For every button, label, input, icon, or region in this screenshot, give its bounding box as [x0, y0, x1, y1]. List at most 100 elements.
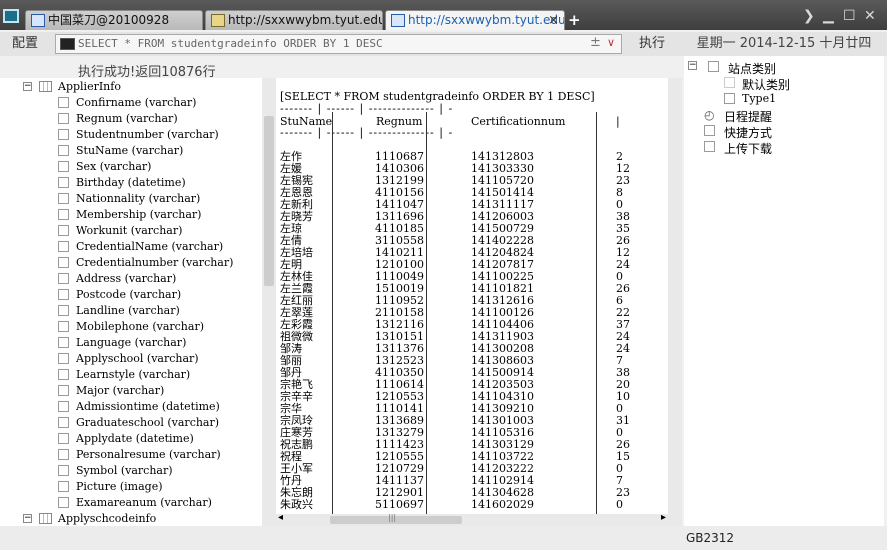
field-icon [58, 225, 69, 236]
clock-icon: ◴ [704, 108, 715, 122]
field-name: Major (varchar) [76, 384, 165, 397]
field-icon [58, 369, 69, 380]
field-name: Regnum (varchar) [76, 112, 178, 125]
table-name: Applyschcodeinfo [58, 512, 157, 525]
default-category-label: 默认类别 [742, 78, 791, 92]
field-icon [58, 145, 69, 156]
result-separator: ------- | ------ | -------------- | - [280, 102, 454, 115]
field-icon [58, 161, 69, 172]
folder-icon [211, 14, 225, 27]
type1-label: Type1 [742, 92, 777, 105]
table-name: ApplierInfo [58, 80, 121, 93]
execute-button[interactable]: 执行 [624, 34, 680, 54]
field-name: Learnstyle (varchar) [76, 368, 191, 381]
field-name: Language (varchar) [76, 336, 187, 349]
field-name: Studentnumber (varchar) [76, 128, 219, 141]
chevron-down-icon[interactable]: ∨ [607, 36, 615, 49]
result-cell: 朱政兴 [280, 498, 313, 511]
table-icon [39, 81, 52, 92]
spin-icon[interactable]: ± [590, 35, 601, 50]
field-name: Address (varchar) [76, 272, 177, 285]
query-result-panel: [SELECT * FROM studentgradeinfo ORDER BY… [276, 78, 668, 514]
field-icon [58, 433, 69, 444]
window-icon [31, 14, 45, 27]
category-icon [708, 61, 719, 72]
table-icon [39, 513, 52, 524]
field-icon [58, 289, 69, 300]
sql-input[interactable]: SELECT * FROM studentgradeinfo ORDER BY … [55, 34, 622, 54]
close-tab-icon[interactable]: × [548, 11, 559, 30]
field-icon [58, 417, 69, 428]
folder-icon [724, 77, 735, 88]
result-separator: ------- | ------ | -------------- | - [280, 126, 454, 139]
encoding-label: GB2312 [686, 531, 735, 545]
grip-icon: ||| [388, 513, 397, 522]
database-tree: − ApplierInfo Confirname (varchar) Regnum… [0, 78, 262, 526]
side-panel: − 站点类别 默认类别 Type1 ◴ 日程提醒 快捷方式 上传下载 [684, 56, 884, 526]
field-name: Admissiontime (datetime) [76, 400, 220, 413]
collapse-icon[interactable]: − [688, 61, 697, 70]
column-divider [332, 112, 333, 514]
minimize-icon[interactable]: ▁ [823, 8, 834, 24]
field-icon [58, 177, 69, 188]
folder-icon [724, 93, 735, 104]
field-name: Sex (varchar) [76, 160, 152, 173]
field-name: Applydate (datetime) [76, 432, 194, 445]
field-icon [58, 353, 69, 364]
chevron-right-icon[interactable]: ❯ [803, 8, 815, 24]
column-header: | [616, 115, 620, 128]
tab-label: http://sxxwwybm.tyut.edu.cn/... [408, 13, 565, 27]
field-icon [58, 257, 69, 268]
field-name: Symbol (varchar) [76, 464, 173, 477]
result-cell: 0 [616, 498, 623, 511]
result-vertical-scrollbar[interactable] [668, 78, 682, 526]
result-scrollbar-thumb[interactable]: ||| [330, 513, 462, 524]
field-icon [58, 241, 69, 252]
field-icon [58, 129, 69, 140]
field-name: Applyschool (varchar) [76, 352, 199, 365]
tab-database[interactable]: http://sxxwwybm.tyut.edu.cn/... × [385, 10, 565, 30]
transfer-icon [704, 141, 715, 152]
tab-caidao[interactable]: 中国菜刀@20100928 [25, 10, 203, 30]
field-icon [58, 465, 69, 476]
tab-file-manager[interactable]: http://sxxwwybm.tyut.edu.cn/... [205, 10, 383, 30]
close-window-icon[interactable]: ✕ [864, 8, 876, 24]
field-icon [58, 401, 69, 412]
new-tab-button[interactable]: + [568, 11, 581, 29]
field-icon [58, 449, 69, 460]
scroll-left-icon[interactable]: ◂ [278, 512, 283, 523]
field-name: Credentialnumber (varchar) [76, 256, 234, 269]
field-icon [58, 305, 69, 316]
result-cell: 141602029 [471, 498, 534, 511]
column-header: Certificationnum [471, 115, 566, 128]
field-name: Postcode (varchar) [76, 288, 182, 301]
schedule-label: 日程提醒 [724, 110, 773, 124]
upload-download-label: 上传下载 [724, 142, 773, 156]
result-cell: 5110697 [375, 498, 424, 511]
collapse-icon[interactable]: − [23, 514, 32, 523]
field-name: Picture (image) [76, 480, 163, 493]
maximize-icon[interactable]: ☐ [843, 8, 856, 24]
date-display: 星期一 2014-12-15 十月廿四 [696, 36, 872, 51]
field-icon [58, 481, 69, 492]
column-divider [596, 112, 597, 514]
scroll-right-icon[interactable]: ▸ [661, 512, 666, 523]
terminal-icon [60, 38, 75, 50]
status-bar [0, 526, 887, 550]
config-button[interactable]: 配置 [6, 34, 44, 54]
field-icon [58, 273, 69, 284]
app-menu-icon[interactable] [3, 9, 19, 23]
field-name: Examareanum (varchar) [76, 496, 212, 509]
field-name: Birthday (datetime) [76, 176, 186, 189]
site-category-label: 站点类别 [728, 62, 777, 76]
window-icon [391, 14, 405, 27]
field-name: StuName (varchar) [76, 144, 184, 157]
field-icon [58, 97, 69, 108]
field-icon [58, 385, 69, 396]
shortcut-icon [704, 125, 715, 136]
collapse-icon[interactable]: − [23, 82, 32, 91]
tree-scrollbar-thumb[interactable] [264, 116, 274, 286]
field-name: Nationnality (varchar) [76, 192, 201, 205]
field-name: Confirname (varchar) [76, 96, 197, 109]
field-name: Personalresume (varchar) [76, 448, 221, 461]
